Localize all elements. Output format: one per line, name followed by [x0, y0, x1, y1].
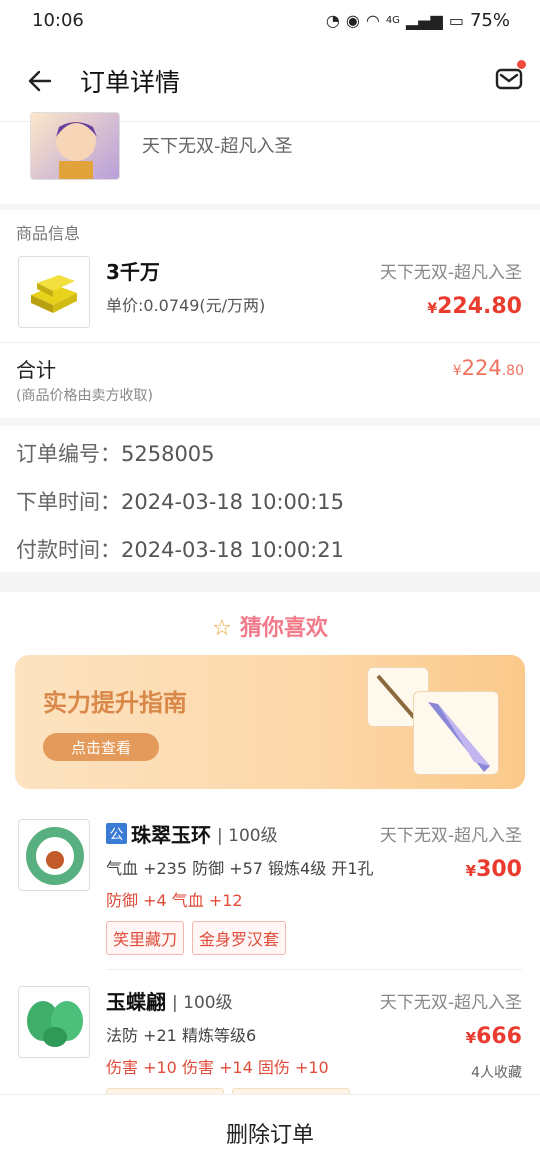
item-name: 玉蝶翩 — [106, 990, 166, 1014]
order-number-label: 订单编号： — [16, 442, 121, 466]
back-button[interactable] — [0, 40, 80, 122]
item-server: 天下无双-超凡入圣 — [379, 993, 522, 1013]
total-decimal: .80 — [501, 363, 524, 379]
guide-banner[interactable]: 实力提升指南 点击查看 — [15, 655, 525, 789]
currency-symbol: ¥ — [427, 301, 438, 317]
server-card: 天下无双-超凡入圣 — [0, 112, 540, 204]
network-type: 4G — [385, 14, 400, 26]
item-server: 天下无双-超凡入圣 — [379, 826, 522, 846]
item-level: | 100级 — [172, 993, 233, 1013]
divider — [0, 342, 540, 343]
total-label: 合计 — [16, 358, 56, 382]
battery-percent: 75% — [469, 9, 510, 31]
bracelet-image — [18, 819, 90, 891]
goods-server: 天下无双-超凡入圣 — [379, 263, 522, 283]
item-tags: 笑里藏刀 金身罗汉套 — [106, 921, 287, 955]
eye-icon: ◉ — [345, 10, 360, 30]
total-integer: 224 — [461, 356, 502, 380]
order-created-label: 下单时间： — [16, 490, 121, 514]
item-name: 珠翠玉环 — [131, 823, 211, 847]
price-integer: 224 — [437, 294, 484, 319]
item-attributes: 法防 +21 精炼等级6 — [106, 1026, 257, 1045]
banner-title: 实力提升指南 — [43, 689, 187, 717]
price-value: 666 — [476, 1024, 522, 1049]
page-title: 订单详情 — [80, 67, 181, 97]
item-bonus: 伤害 +10 伤害 +14 固伤 +10 — [106, 1058, 329, 1077]
item-title: 公珠翠玉环 | 100级 — [106, 819, 278, 848]
divider — [106, 969, 522, 970]
gold-ingot-image[interactable] — [18, 256, 90, 328]
goods-name: 3千万 — [106, 260, 160, 284]
currency-symbol: ¥ — [465, 1029, 477, 1047]
status-icons: ◔ ◉ ◠ 4G ▂▄▆ ▭ 75% — [326, 10, 510, 31]
section-label: 商品信息 — [16, 224, 81, 243]
order-number[interactable]: 5258005 — [121, 442, 215, 466]
goods-section: 商品信息 3千万 单价:0.0749(元/万两) 天下无双-超凡入圣 ¥224.… — [0, 210, 540, 418]
server-name: 天下无双-超凡入圣 — [142, 136, 293, 157]
recommend-title-text: 猜你喜欢 — [239, 616, 328, 641]
item-level: | 100级 — [217, 826, 278, 846]
message-button[interactable] — [494, 60, 526, 94]
status-time: 10:06 — [32, 9, 84, 31]
price-value: 300 — [476, 857, 522, 882]
item-title: 玉蝶翩 | 100级 — [106, 986, 233, 1015]
battery-icon: ▭ — [448, 10, 464, 30]
bottom-bar: 删除订单 — [0, 1094, 540, 1170]
status-bar: 10:06 ◔ ◉ ◠ 4G ▂▄▆ ▭ 75% — [0, 0, 540, 40]
back-arrow-icon — [28, 70, 52, 91]
favorite-count: 4人收藏 — [471, 1065, 522, 1081]
order-created-time: 2024-03-18 10:00:15 — [121, 490, 345, 514]
public-badge: 公 — [106, 823, 127, 844]
recommend-section: ☆ 猜你喜欢 实力提升指南 点击查看 公珠翠玉环 | 100级 气血 +235 防御… — [0, 592, 540, 1152]
goods-price: ¥224.80 — [427, 294, 522, 319]
delete-order-button[interactable]: 删除订单 — [226, 1117, 314, 1149]
order-paid-label: 付款时间： — [16, 538, 121, 562]
star-icon: ☆ — [212, 616, 232, 641]
tag: 笑里藏刀 — [106, 921, 185, 955]
item-bonus: 防御 +4 气血 +12 — [106, 891, 243, 910]
order-paid-time: 2024-03-18 10:00:21 — [121, 538, 345, 562]
unread-dot — [517, 60, 526, 69]
signal-icon: ▂▄▆ — [405, 10, 443, 30]
order-paid-row: 付款时间：2024-03-18 10:00:21 — [16, 534, 344, 564]
currency-symbol: ¥ — [465, 862, 477, 880]
item-price: ¥666 — [466, 1024, 522, 1049]
character-avatar — [30, 112, 120, 180]
item-attributes: 气血 +235 防御 +57 锻炼4级 开1孔 — [106, 859, 374, 878]
total-price: ¥224.80 — [453, 356, 524, 380]
list-item[interactable]: 公珠翠玉环 | 100级 气血 +235 防御 +57 锻炼4级 开1孔 防御 +… — [0, 819, 540, 979]
order-number-row: 订单编号：5258005 — [16, 438, 215, 468]
total-note: (商品价格由卖方收取) — [16, 388, 153, 404]
weapon-art-large — [413, 691, 499, 775]
header-bar: 订单详情 — [0, 40, 540, 122]
jade-butterfly-image — [18, 986, 90, 1058]
banner-view-button[interactable]: 点击查看 — [43, 733, 159, 761]
order-info-section: 订单编号：5258005 下单时间：2024-03-18 10:00:15 付款… — [0, 426, 540, 572]
price-decimal: .80 — [483, 294, 522, 319]
speed-icon: ◔ — [325, 10, 340, 30]
recommend-title: ☆ 猜你喜欢 — [0, 610, 540, 642]
order-detail-page: 10:06 ◔ ◉ ◠ 4G ▂▄▆ ▭ 75% 订单详情 天下无双-超凡入圣 … — [0, 0, 540, 1170]
currency-symbol: ¥ — [452, 363, 462, 379]
order-created-row: 下单时间：2024-03-18 10:00:15 — [16, 486, 344, 516]
list-item[interactable]: 玉蝶翩 | 100级 法防 +21 精炼等级6 伤害 +10 伤害 +14 固伤 … — [0, 986, 540, 1108]
tag: 金身罗汉套 — [192, 921, 287, 955]
unit-price: 单价:0.0749(元/万两) — [106, 296, 266, 315]
item-price: ¥300 — [466, 857, 522, 882]
wifi-icon: ◠ — [365, 10, 380, 30]
